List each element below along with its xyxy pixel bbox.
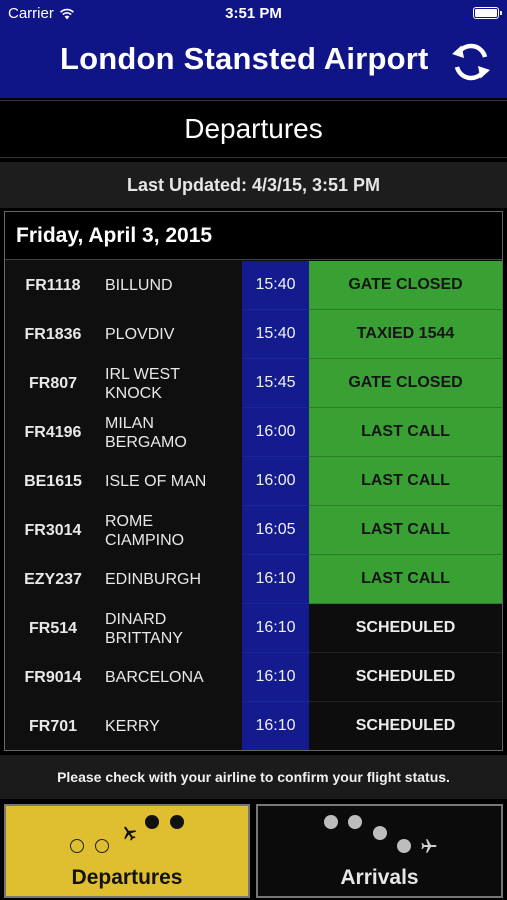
flight-destination: EDINBURGH (105, 571, 202, 588)
flight-time: 16:00 (242, 457, 309, 506)
flight-time: 16:10 (242, 604, 309, 653)
flight-row[interactable]: BE1615 ISLE OF MAN 16:00 LAST CALL (5, 457, 502, 506)
last-updated: Last Updated: 4/3/15, 3:51 PM (0, 162, 507, 208)
tab-departures-label: Departures (71, 866, 183, 889)
flight-destination: DINARD BRITTANY (105, 610, 183, 647)
flight-row[interactable]: FR4196 MILAN BERGAMO 16:00 LAST CALL (5, 408, 502, 457)
airline-notice: Please check with your airline to confir… (0, 755, 507, 799)
progress-dot (70, 839, 84, 853)
progress-dot (95, 839, 109, 853)
flight-destination: IRL WEST KNOCK (105, 365, 180, 402)
flight-number: FR3014 (24, 521, 82, 539)
flight-number: FR1836 (24, 325, 82, 343)
departures-board: Friday, April 3, 2015 FR1118 BILLUND 15:40… (4, 211, 503, 751)
flight-destination: ROME CIAMPINO (105, 512, 185, 549)
flight-status: LAST CALL (309, 555, 502, 604)
tab-arrivals-label: Arrivals (340, 866, 419, 889)
flight-number: EZY237 (24, 570, 82, 588)
flight-time: 15:45 (242, 359, 309, 408)
app-title: London Stansted Airport (60, 41, 429, 76)
flight-time: 16:05 (242, 506, 309, 555)
flight-row[interactable]: EZY237 EDINBURGH 16:10 LAST CALL (5, 555, 502, 604)
flight-row[interactable]: FR701 KERRY 16:10 SCHEDULED (5, 702, 502, 750)
status-bar: Carrier 3:51 PM (0, 0, 507, 28)
app-header: Carrier 3:51 PM London Stansted Airport (0, 0, 507, 98)
tab-arrivals[interactable]: Arrivals (256, 804, 503, 898)
flight-time: 16:00 (242, 408, 309, 457)
flight-number: FR4196 (24, 423, 82, 441)
flight-destination: ISLE OF MAN (105, 473, 207, 490)
flight-destination: BARCELONA (105, 669, 204, 686)
progress-dot (348, 815, 362, 829)
date-header: Friday, April 3, 2015 (5, 212, 502, 260)
flight-number: FR701 (28, 717, 78, 735)
flight-row[interactable]: FR3014 ROME CIAMPINO 16:05 LAST CALL (5, 506, 502, 555)
flight-row[interactable]: FR807 IRL WEST KNOCK 15:45 GATE CLOSED (5, 359, 502, 408)
progress-dot (373, 826, 387, 840)
flight-time: 15:40 (242, 310, 309, 359)
flight-status: SCHEDULED (309, 702, 502, 750)
tab-departures[interactable]: Departures (4, 804, 250, 898)
flight-row[interactable]: FR514 DINARD BRITTANY 16:10 SCHEDULED (5, 604, 502, 653)
progress-dot (145, 815, 159, 829)
flight-status: LAST CALL (309, 506, 502, 555)
flight-time: 16:10 (242, 555, 309, 604)
flight-row[interactable]: FR1836 PLOVDIV 15:40 TAXIED 1544 (5, 310, 502, 359)
flight-list[interactable]: FR1118 BILLUND 15:40 GATE CLOSED FR1836 PLOVD… (5, 261, 502, 750)
refresh-icon[interactable] (449, 40, 493, 84)
flight-time: 16:10 (242, 653, 309, 702)
flight-status: GATE CLOSED (309, 359, 502, 408)
battery-icon (473, 7, 502, 19)
flight-row[interactable]: FR9014 BARCELONA 16:10 SCHEDULED (5, 653, 502, 702)
flight-number: BE1615 (24, 472, 82, 490)
flight-destination: MILAN BERGAMO (105, 414, 187, 451)
flight-status: GATE CLOSED (309, 261, 502, 310)
plane-icon (124, 826, 137, 841)
flight-row[interactable]: FR1118 BILLUND 15:40 GATE CLOSED (5, 261, 502, 310)
plane-icon (421, 839, 437, 853)
progress-dot (170, 815, 184, 829)
flight-destination: KERRY (105, 718, 160, 735)
flight-status: LAST CALL (309, 408, 502, 457)
section-title: Departures (0, 100, 507, 158)
flight-number: FR807 (28, 374, 78, 392)
flight-number: FR9014 (24, 668, 82, 686)
flight-destination: BILLUND (105, 277, 173, 294)
status-time: 3:51 PM (225, 5, 282, 22)
flight-status: SCHEDULED (309, 604, 502, 653)
flight-time: 15:40 (242, 261, 309, 310)
flight-time: 16:10 (242, 702, 309, 750)
progress-dot (324, 815, 338, 829)
flight-destination: PLOVDIV (105, 326, 175, 343)
flight-status: LAST CALL (309, 457, 502, 506)
flight-number: FR514 (28, 619, 78, 637)
flight-number: FR1118 (25, 276, 81, 294)
flight-status: TAXIED 1544 (309, 310, 502, 359)
flight-status: SCHEDULED (309, 653, 502, 702)
progress-dot (397, 839, 411, 853)
